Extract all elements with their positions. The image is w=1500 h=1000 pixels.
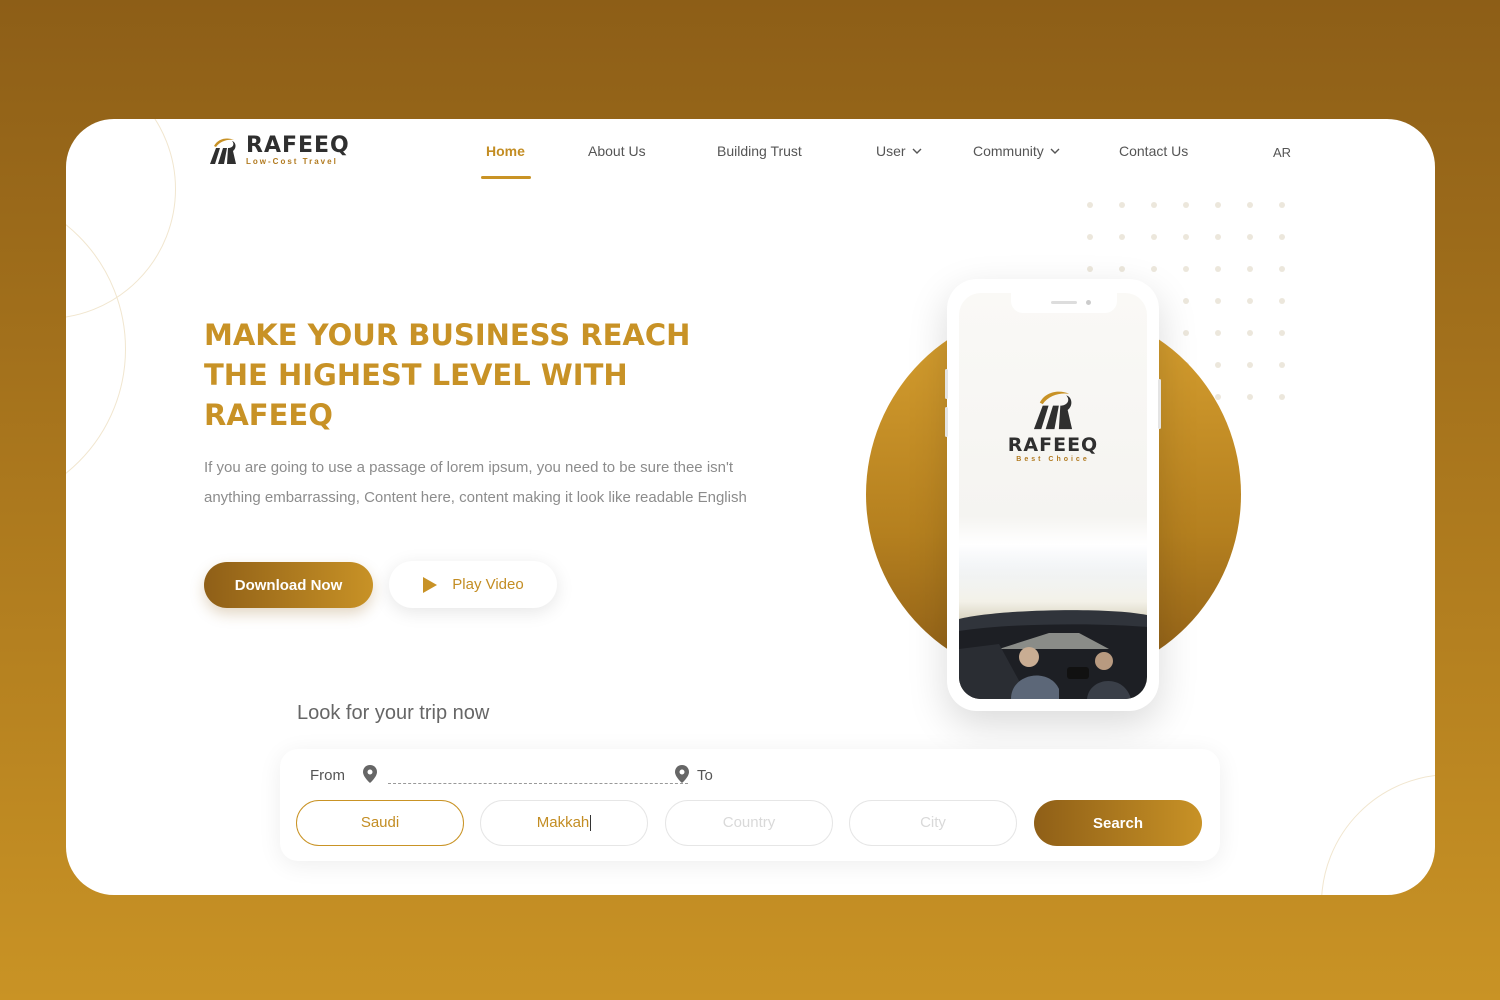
from-city-field[interactable]: Makkah: [480, 800, 648, 846]
car-driving-photo: [959, 549, 1147, 699]
nav-about-us-label: About Us: [588, 143, 646, 159]
nav-user[interactable]: User: [876, 143, 922, 159]
active-nav-indicator: [481, 176, 531, 179]
main-nav: Home About Us Building Trust User Commun…: [66, 143, 1435, 183]
from-label: From: [310, 767, 345, 784]
decorative-dot: [1087, 234, 1093, 240]
decorative-dot: [1279, 298, 1285, 304]
main-card: RAFEEQ Low-Cost Travel Home About Us Bui…: [66, 119, 1435, 895]
language-switch[interactable]: AR: [1273, 145, 1291, 160]
decorative-dot: [1215, 394, 1221, 400]
nav-contact-us[interactable]: Contact Us: [1119, 143, 1188, 159]
nav-home[interactable]: Home: [486, 143, 525, 159]
phone-camera: [1086, 300, 1091, 305]
nav-about-us[interactable]: About Us: [588, 143, 646, 159]
phone-app-name: RAFEEQ: [1007, 434, 1099, 456]
phone-speaker: [1051, 301, 1077, 304]
hero-title: MAKE YOUR BUSINESS REACH THE HIGHEST LEV…: [204, 318, 691, 432]
decorative-dot: [1247, 234, 1253, 240]
decorative-dot: [1183, 234, 1189, 240]
decorative-dot: [1215, 234, 1221, 240]
play-video-button[interactable]: Play Video: [389, 561, 557, 608]
from-city-value: Makkah: [536, 814, 590, 831]
decorative-dot: [1151, 266, 1157, 272]
route-dashed-line: [388, 783, 688, 784]
nav-building-trust[interactable]: Building Trust: [717, 143, 802, 159]
language-label: AR: [1273, 145, 1292, 160]
decorative-dot: [1279, 202, 1285, 208]
decorative-dot: [1247, 202, 1253, 208]
to-country-field[interactable]: Country: [665, 800, 833, 846]
from-country-value: Saudi: [360, 814, 400, 831]
chevron-down-icon: [1050, 148, 1060, 154]
nav-community-label: Community: [973, 143, 1044, 159]
decorative-dot: [1119, 234, 1125, 240]
phone-screen: RAFEEQ Best Choice: [959, 293, 1147, 699]
decorative-dot: [1247, 266, 1253, 272]
to-city-placeholder: City: [920, 814, 946, 831]
play-icon: [423, 576, 438, 593]
hero-description: If you are going to use a passage of lor…: [204, 459, 747, 506]
play-video-label: Play Video: [452, 576, 524, 593]
phone-side-button: [945, 407, 948, 437]
phone-mockup: RAFEEQ Best Choice: [945, 279, 1161, 711]
decorative-dot: [1183, 266, 1189, 272]
to-city-field[interactable]: City: [849, 800, 1017, 846]
decorative-dot: [1215, 266, 1221, 272]
decorative-dot: [1247, 362, 1253, 368]
decorative-dot: [1279, 330, 1285, 336]
decorative-dot: [1279, 266, 1285, 272]
download-now-label: Download Now: [234, 576, 343, 594]
to-label: To: [697, 767, 713, 784]
route-indicator: From To: [310, 763, 730, 787]
decorative-dot: [1183, 298, 1189, 304]
decorative-dot: [1151, 234, 1157, 240]
road-logo-icon: [1033, 391, 1073, 430]
phone-side-button: [1158, 379, 1161, 429]
decorative-dot: [1279, 234, 1285, 240]
to-country-placeholder: Country: [722, 814, 776, 831]
search-button[interactable]: Search: [1034, 800, 1202, 846]
nav-building-trust-label: Building Trust: [717, 143, 802, 159]
text-caret: [590, 815, 592, 832]
decorative-dot: [1087, 202, 1093, 208]
search-button-label: Search: [1092, 814, 1144, 832]
download-now-button[interactable]: Download Now: [204, 562, 373, 608]
phone-notch: [1011, 293, 1117, 313]
decorative-dot: [1119, 266, 1125, 272]
decorative-dot: [1215, 298, 1221, 304]
phone-side-button: [945, 369, 948, 399]
decorative-dot: [1087, 266, 1093, 272]
decorative-dot: [1215, 362, 1221, 368]
decorative-dot: [1183, 330, 1189, 336]
chevron-down-icon: [912, 148, 922, 154]
nav-community[interactable]: Community: [973, 143, 1060, 159]
decorative-dot: [1279, 394, 1285, 400]
decorative-dot: [1247, 394, 1253, 400]
nav-user-label: User: [876, 143, 906, 159]
phone-app-tagline: Best Choice: [1016, 456, 1090, 463]
decorative-dot: [1151, 202, 1157, 208]
trip-search-panel: From To Saudi Makkah Country City Search: [280, 749, 1220, 861]
decorative-dot: [1279, 362, 1285, 368]
location-pin-icon: [675, 765, 689, 783]
decorative-dot: [1119, 202, 1125, 208]
decorative-dot: [1247, 330, 1253, 336]
nav-contact-us-label: Contact Us: [1119, 143, 1189, 159]
from-country-field[interactable]: Saudi: [296, 800, 464, 846]
decorative-arc: [1321, 774, 1435, 895]
decorative-dot: [1183, 202, 1189, 208]
decorative-dot: [1215, 202, 1221, 208]
decorative-dot: [1247, 298, 1253, 304]
search-heading: Look for your trip now: [297, 702, 490, 724]
decorative-dot: [1215, 330, 1221, 336]
location-pin-icon: [363, 765, 377, 783]
nav-home-label: Home: [486, 143, 525, 159]
phone-app-logo: RAFEEQ Best Choice: [959, 388, 1147, 463]
